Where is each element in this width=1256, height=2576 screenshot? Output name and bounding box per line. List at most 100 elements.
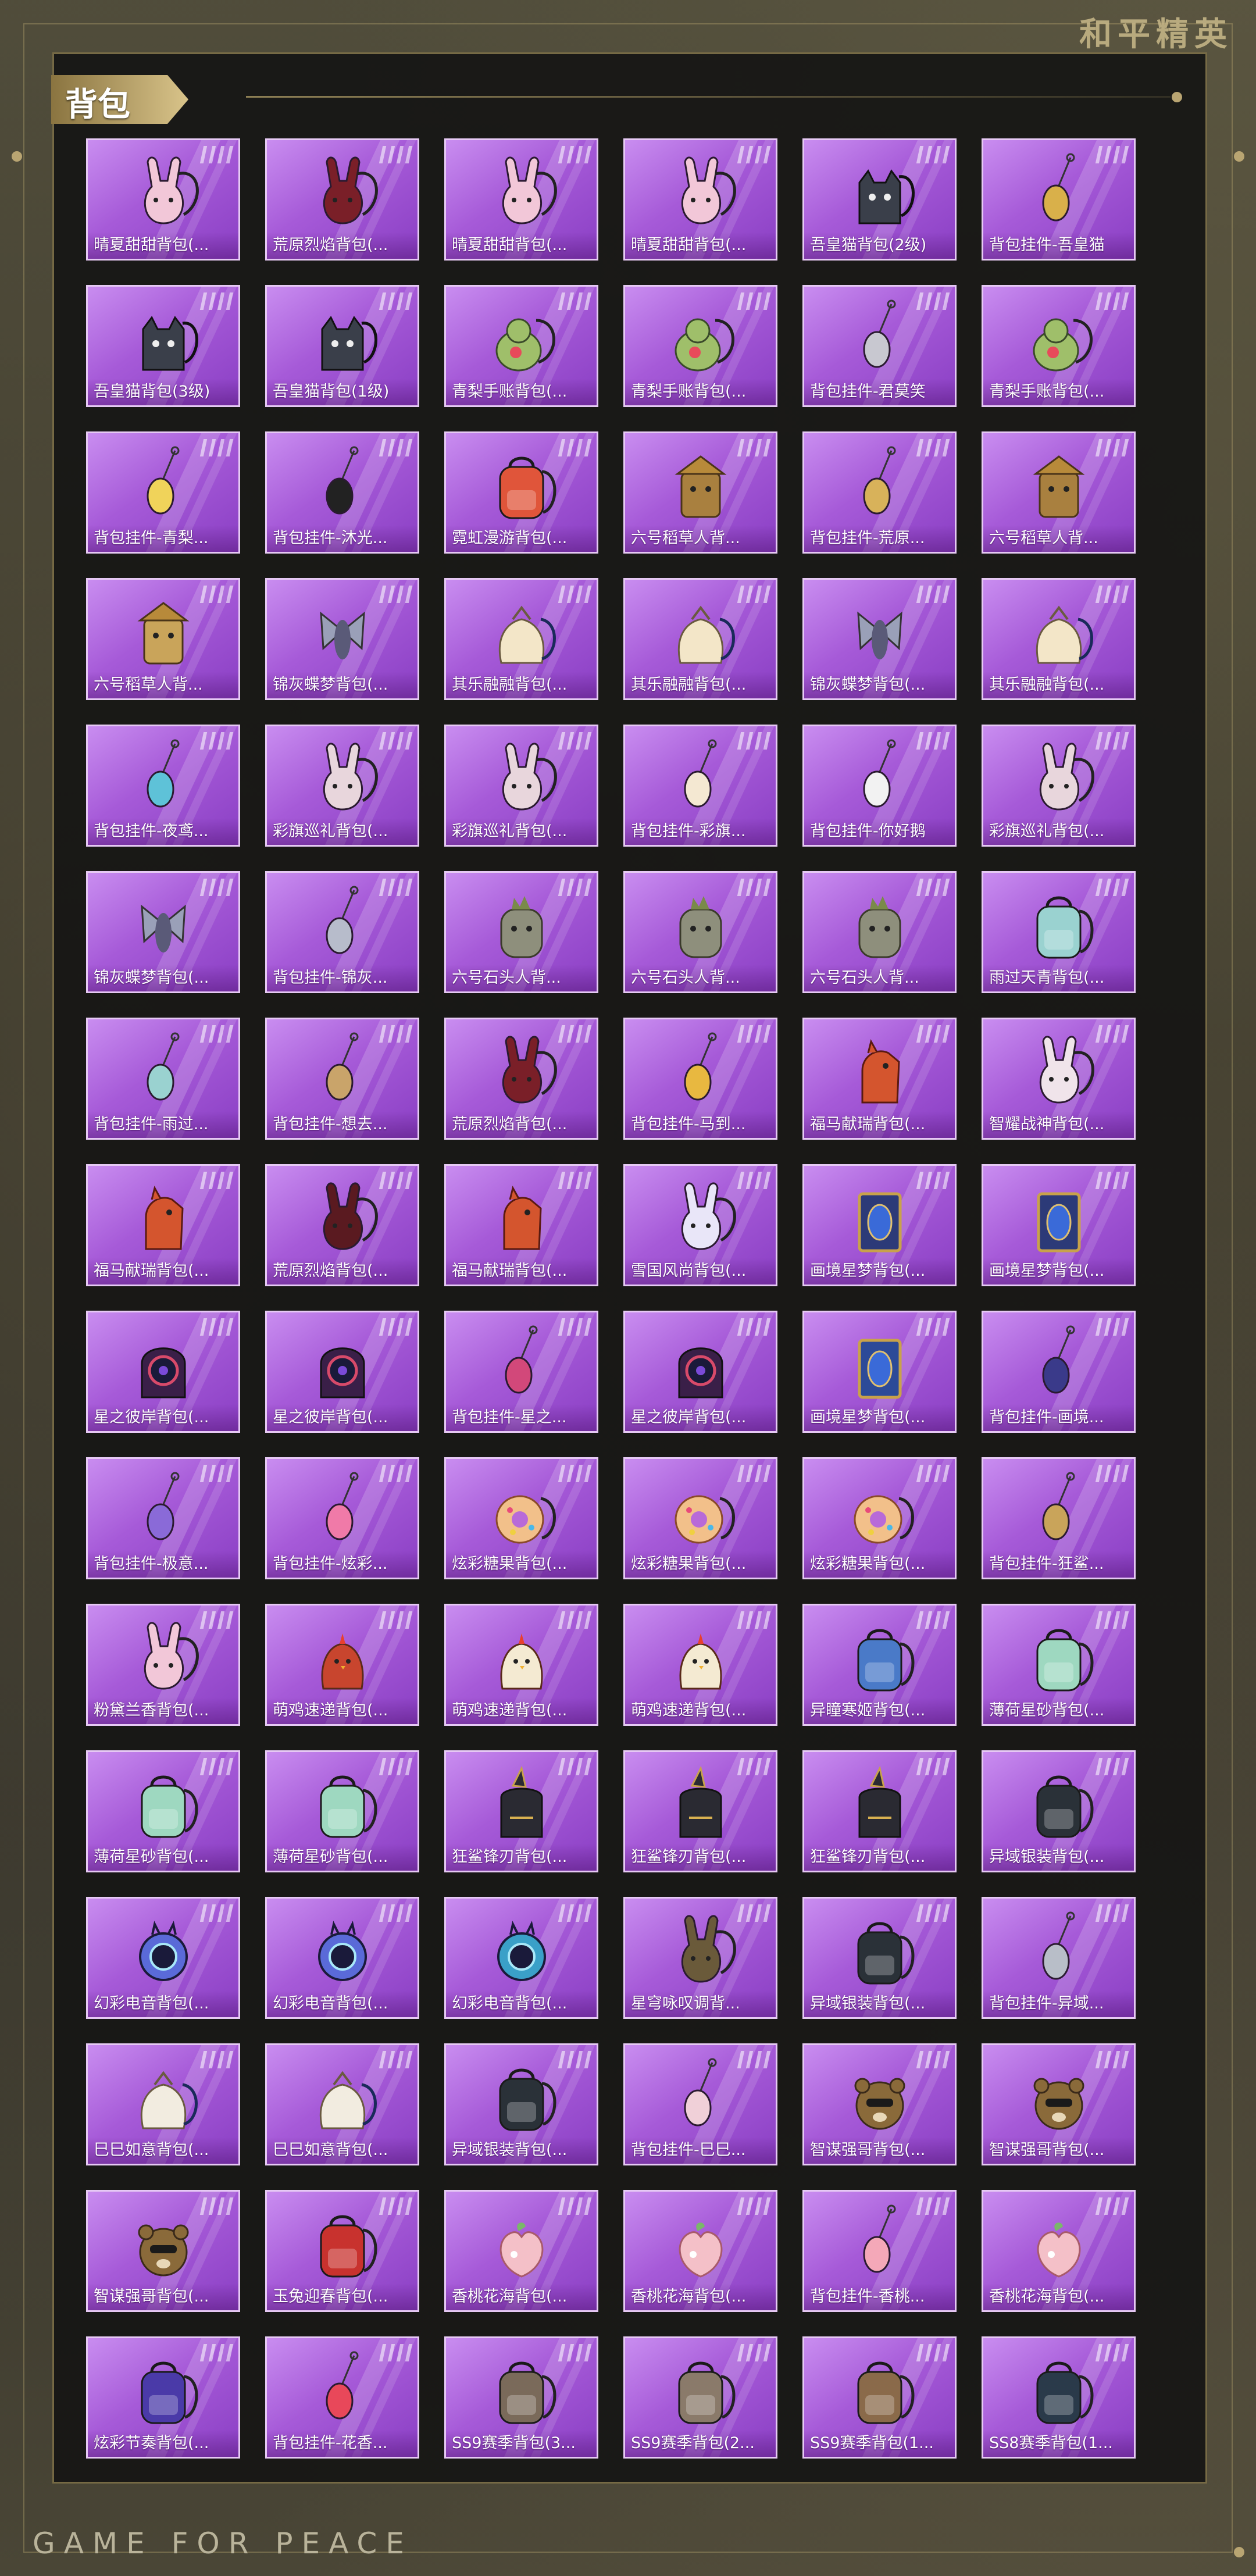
backpack-item-card[interactable]: 背包挂件-荒原... — [802, 431, 957, 554]
backpack-item-card[interactable]: 背包挂件-你好鹅 — [802, 725, 957, 847]
backpack-item-card[interactable]: 晴夏甜甜背包(... — [86, 138, 240, 261]
backpack-item-card[interactable]: 背包挂件-巳巳... — [623, 2043, 777, 2165]
backpack-item-card[interactable]: 锦灰蝶梦背包(... — [86, 871, 240, 993]
backpack-item-card[interactable]: 背包挂件-想去... — [265, 1018, 419, 1140]
backpack-item-card[interactable]: 炫彩糖果背包(... — [623, 1457, 777, 1579]
backpack-item-card[interactable]: 异瞳寒姬背包(... — [802, 1604, 957, 1726]
backpack-item-card[interactable]: 智谋强哥背包(... — [802, 2043, 957, 2165]
backpack-item-card[interactable]: SS8赛季背包(1... — [982, 2336, 1136, 2459]
backpack-item-card[interactable]: 星之彼岸背包(... — [86, 1311, 240, 1433]
backpack-item-card[interactable]: 巳巳如意背包(... — [86, 2043, 240, 2165]
backpack-item-card[interactable]: 六号稻草人背... — [86, 578, 240, 700]
backpack-item-card[interactable]: 其乐融融背包(... — [982, 578, 1136, 700]
backpack-item-card[interactable]: 炫彩糖果背包(... — [802, 1457, 957, 1579]
backpack-item-card[interactable]: 背包挂件-夜鸢... — [86, 725, 240, 847]
backpack-item-card[interactable]: 萌鸡速递背包(... — [265, 1604, 419, 1726]
backpack-item-card[interactable]: 粉黛兰香背包(... — [86, 1604, 240, 1726]
backpack-item-card[interactable]: 雪国风尚背包(... — [623, 1164, 777, 1286]
backpack-item-card[interactable]: 背包挂件-锦灰... — [265, 871, 419, 993]
backpack-item-card[interactable]: 智谋强哥背包(... — [982, 2043, 1136, 2165]
backpack-item-card[interactable]: 背包挂件-炫彩... — [265, 1457, 419, 1579]
backpack-item-card[interactable]: 薄荷星砂背包(... — [86, 1750, 240, 1872]
backpack-item-card[interactable]: 薄荷星砂背包(... — [265, 1750, 419, 1872]
backpack-item-card[interactable]: 画境星梦背包(... — [802, 1311, 957, 1433]
backpack-item-card[interactable]: 霓虹漫游背包(... — [444, 431, 598, 554]
backpack-item-card[interactable]: 彩旗巡礼背包(... — [265, 725, 419, 847]
backpack-item-card[interactable]: 异域银装背包(... — [982, 1750, 1136, 1872]
backpack-item-card[interactable]: 晴夏甜甜背包(... — [444, 138, 598, 261]
backpack-item-card[interactable]: 画境星梦背包(... — [802, 1164, 957, 1286]
backpack-item-card[interactable]: 背包挂件-雨过... — [86, 1018, 240, 1140]
backpack-item-card[interactable]: 玉兔迎春背包(... — [265, 2190, 419, 2312]
backpack-item-card[interactable]: 背包挂件-彩旗... — [623, 725, 777, 847]
backpack-item-card[interactable]: 智谋强哥背包(... — [86, 2190, 240, 2312]
backpack-item-card[interactable]: 荒原烈焰背包(... — [265, 1164, 419, 1286]
backpack-item-card[interactable]: 吾皇猫背包(3级) — [86, 285, 240, 407]
backpack-item-card[interactable]: 青梨手账背包(... — [623, 285, 777, 407]
backpack-item-card[interactable]: 其乐融融背包(... — [444, 578, 598, 700]
backpack-item-card[interactable]: 吾皇猫背包(1级) — [265, 285, 419, 407]
backpack-item-card[interactable]: 吾皇猫背包(2级) — [802, 138, 957, 261]
backpack-item-card[interactable]: 狂鲨锋刃背包(... — [623, 1750, 777, 1872]
backpack-item-card[interactable]: 六号石头人背... — [444, 871, 598, 993]
backpack-item-card[interactable]: 背包挂件-马到... — [623, 1018, 777, 1140]
backpack-item-card[interactable]: 背包挂件-极意... — [86, 1457, 240, 1579]
backpack-item-card[interactable]: 荒原烈焰背包(... — [265, 138, 419, 261]
backpack-item-card[interactable]: 六号稻草人背... — [982, 431, 1136, 554]
backpack-item-card[interactable]: 萌鸡速递背包(... — [623, 1604, 777, 1726]
backpack-item-card[interactable]: 香桃花海背包(... — [444, 2190, 598, 2312]
backpack-item-card[interactable]: 背包挂件-香桃... — [802, 2190, 957, 2312]
backpack-item-card[interactable]: 背包挂件-狂鲨... — [982, 1457, 1136, 1579]
backpack-item-card[interactable]: 背包挂件-沐光... — [265, 431, 419, 554]
backpack-item-card[interactable]: 巳巳如意背包(... — [265, 2043, 419, 2165]
backpack-item-card[interactable]: 晴夏甜甜背包(... — [623, 138, 777, 261]
backpack-item-card[interactable]: 幻彩电音背包(... — [86, 1897, 240, 2019]
backpack-item-card[interactable]: SS9赛季背包(1... — [802, 2336, 957, 2459]
backpack-item-card[interactable]: 六号石头人背... — [623, 871, 777, 993]
backpack-item-card[interactable]: 六号石头人背... — [802, 871, 957, 993]
backpack-item-card[interactable]: 星之彼岸背包(... — [265, 1311, 419, 1433]
backpack-item-card[interactable]: SS9赛季背包(3... — [444, 2336, 598, 2459]
donut-backpack-icon — [836, 1469, 923, 1551]
backpack-item-card[interactable]: 智耀战神背包(... — [982, 1018, 1136, 1140]
backpack-item-card[interactable]: 彩旗巡礼背包(... — [982, 725, 1136, 847]
section-tab[interactable]: 背包 — [51, 75, 191, 124]
backpack-item-card[interactable]: 画境星梦背包(... — [982, 1164, 1136, 1286]
backpack-item-card[interactable]: 青梨手账背包(... — [982, 285, 1136, 407]
backpack-item-card[interactable]: 荒原烈焰背包(... — [444, 1018, 598, 1140]
backpack-item-card[interactable]: 其乐融融背包(... — [623, 578, 777, 700]
backpack-item-card[interactable]: 香桃花海背包(... — [623, 2190, 777, 2312]
backpack-item-card[interactable]: 炫彩糖果背包(... — [444, 1457, 598, 1579]
backpack-item-card[interactable]: 星之彼岸背包(... — [623, 1311, 777, 1433]
backpack-item-card[interactable]: 薄荷星砂背包(... — [982, 1604, 1136, 1726]
backpack-item-card[interactable]: 锦灰蝶梦背包(... — [265, 578, 419, 700]
backpack-item-card[interactable]: 雨过天青背包(... — [982, 871, 1136, 993]
backpack-item-card[interactable]: 狂鲨锋刃背包(... — [444, 1750, 598, 1872]
backpack-item-card[interactable]: 福马献瑞背包(... — [802, 1018, 957, 1140]
backpack-item-card[interactable]: 背包挂件-星之... — [444, 1311, 598, 1433]
backpack-item-card[interactable]: 背包挂件-画境... — [982, 1311, 1136, 1433]
backpack-item-card[interactable]: 炫彩节奏背包(... — [86, 2336, 240, 2459]
item-name: 背包挂件-画境... — [983, 1404, 1134, 1431]
backpack-item-card[interactable]: 彩旗巡礼背包(... — [444, 725, 598, 847]
backpack-item-card[interactable]: 青梨手账背包(... — [444, 285, 598, 407]
backpack-item-card[interactable]: SS9赛季背包(2... — [623, 2336, 777, 2459]
bunny-backpack-icon — [478, 151, 565, 232]
backpack-item-card[interactable]: 幻彩电音背包(... — [444, 1897, 598, 2019]
backpack-item-card[interactable]: 幻彩电音背包(... — [265, 1897, 419, 2019]
backpack-item-card[interactable]: 异域银装背包(... — [444, 2043, 598, 2165]
backpack-item-card[interactable]: 星穹咏叹调背... — [623, 1897, 777, 2019]
backpack-item-card[interactable]: 背包挂件-花香... — [265, 2336, 419, 2459]
backpack-item-card[interactable]: 福马献瑞背包(... — [86, 1164, 240, 1286]
backpack-item-card[interactable]: 六号稻草人背... — [623, 431, 777, 554]
backpack-item-card[interactable]: 香桃花海背包(... — [982, 2190, 1136, 2312]
backpack-item-card[interactable]: 背包挂件-异域... — [982, 1897, 1136, 2019]
backpack-item-card[interactable]: 锦灰蝶梦背包(... — [802, 578, 957, 700]
backpack-item-card[interactable]: 背包挂件-君莫笑 — [802, 285, 957, 407]
backpack-item-card[interactable]: 背包挂件-青梨... — [86, 431, 240, 554]
backpack-item-card[interactable]: 福马献瑞背包(... — [444, 1164, 598, 1286]
backpack-item-card[interactable]: 异域银装背包(... — [802, 1897, 957, 2019]
backpack-item-card[interactable]: 萌鸡速递背包(... — [444, 1604, 598, 1726]
backpack-item-card[interactable]: 背包挂件-吾皇猫 — [982, 138, 1136, 261]
backpack-item-card[interactable]: 狂鲨锋刃背包(... — [802, 1750, 957, 1872]
